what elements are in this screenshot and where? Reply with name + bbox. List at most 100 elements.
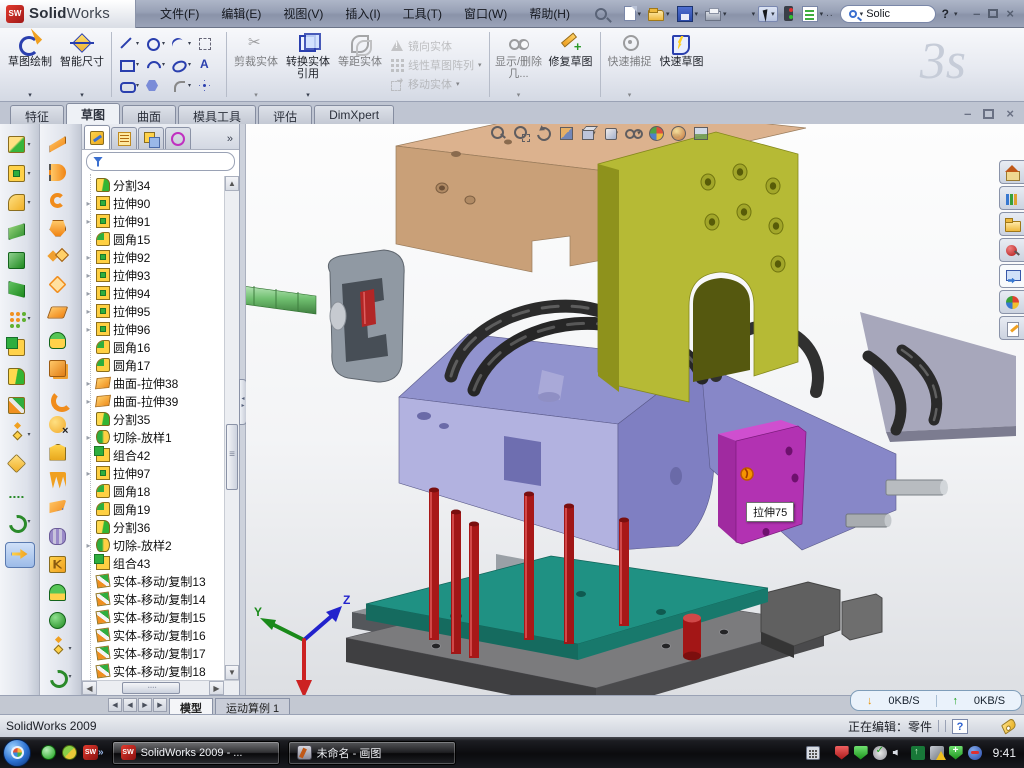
- scroll-up-button[interactable]: ▲: [225, 176, 239, 191]
- tree-item[interactable]: ▸ 分割34: [82, 176, 239, 194]
- move-entities-button[interactable]: 移动实体▾: [390, 76, 482, 92]
- tree-vertical-scrollbar[interactable]: ▲ ▼: [224, 176, 239, 680]
- surface-tool-button[interactable]: ▾: [49, 242, 71, 270]
- dropdown-arrow-icon[interactable]: ▾: [27, 518, 30, 525]
- scroll-left-button[interactable]: ◀: [82, 681, 97, 695]
- dropdown-arrow-icon[interactable]: ▾: [27, 141, 30, 148]
- sketch-button[interactable]: 草图绘制▾: [4, 28, 56, 101]
- view-tool-button[interactable]: ▾: [648, 125, 664, 141]
- sketch-entity-button[interactable]: ▾: [169, 33, 195, 54]
- dropdown-arrow-icon[interactable]: ▾: [162, 61, 165, 68]
- document-tab[interactable]: 运动算例 1: [215, 698, 290, 715]
- rapid-sketch-button[interactable]: 快速草图: [656, 28, 708, 101]
- expand-arrow-icon[interactable]: ▸: [84, 271, 93, 280]
- dropdown-arrow-icon[interactable]: ▾: [27, 199, 30, 206]
- convert-entities-button[interactable]: 转换实体引用▾: [282, 28, 334, 101]
- menu-item[interactable]: 窗口(W): [454, 2, 517, 25]
- sketch-entity-button[interactable]: ▾: [195, 33, 221, 54]
- dropdown-arrow-icon[interactable]: ▾: [27, 315, 30, 322]
- tab-property-manager[interactable]: [111, 127, 137, 149]
- feature-tool-button[interactable]: ▾: [8, 333, 30, 362]
- tree-item[interactable]: ▸ 实体-移动/复制13: [82, 572, 239, 590]
- surface-tool-button[interactable]: ▾: [49, 466, 71, 494]
- start-button[interactable]: [3, 739, 31, 767]
- antivirus-icon[interactable]: [62, 745, 77, 760]
- sketch-entity-button[interactable]: ▾: [117, 33, 143, 54]
- menu-item[interactable]: 编辑(E): [211, 2, 271, 25]
- tree-item[interactable]: ▸ 实体-移动/复制15: [82, 608, 239, 626]
- surface-tool-button[interactable]: ▾: [49, 438, 71, 466]
- feature-tool-button[interactable]: ▾: [8, 478, 30, 507]
- menu-item[interactable]: 插入(I): [335, 2, 390, 25]
- view-tool-button[interactable]: ▾: [670, 125, 686, 141]
- task-pane-button[interactable]: [999, 264, 1024, 288]
- taskbar-clock[interactable]: 9:41: [993, 746, 1016, 760]
- toolbar-button[interactable]: ▾: [702, 5, 730, 23]
- command-tab[interactable]: 特征: [10, 105, 64, 124]
- surface-tool-button[interactable]: ▾: [49, 662, 71, 690]
- command-tab[interactable]: 评估: [258, 105, 312, 124]
- sync-blocked-icon[interactable]: [968, 746, 982, 760]
- feature-tool-button[interactable]: ▾: [8, 159, 30, 188]
- surface-tool-button[interactable]: ▾: [49, 354, 71, 382]
- dropdown-arrow-icon[interactable]: ▾: [136, 61, 139, 68]
- sketch-entity-button[interactable]: ▾: [195, 54, 221, 75]
- toolbar-button[interactable]: ▾: [731, 4, 759, 24]
- tree-item[interactable]: ▸ 实体-移动/复制16: [82, 626, 239, 644]
- feature-tool-button[interactable]: ▾: [8, 507, 30, 536]
- surface-tool-button[interactable]: ▾: [49, 382, 71, 410]
- feature-tool-button[interactable]: ▾: [8, 217, 30, 246]
- tabs-overflow-button[interactable]: »: [227, 133, 237, 149]
- dropdown-arrow-icon[interactable]: ▾: [306, 91, 310, 99]
- menu-item[interactable]: 视图(V): [273, 2, 333, 25]
- tab-configuration-manager[interactable]: [138, 127, 164, 149]
- status-help-button[interactable]: ?: [952, 719, 968, 734]
- task-pane-button[interactable]: [999, 290, 1024, 314]
- tree-item[interactable]: ▸ 拉伸94: [82, 284, 239, 302]
- command-tab[interactable]: DimXpert: [314, 105, 394, 124]
- dropdown-arrow-icon[interactable]: ▾: [28, 91, 32, 99]
- graphics-viewport[interactable]: Y Z X ▾ ▾: [246, 124, 1024, 695]
- feature-tool-button[interactable]: ▾: [8, 246, 30, 275]
- sketch-entity-button[interactable]: ▾: [117, 54, 143, 75]
- command-tab[interactable]: 模具工具: [178, 105, 256, 124]
- minimize-button[interactable]: –: [973, 7, 980, 20]
- view-tool-button[interactable]: ▾: [535, 125, 551, 141]
- tree-horizontal-scrollbar[interactable]: ◀ ▶: [82, 680, 239, 695]
- expand-arrow-icon[interactable]: ▸: [84, 199, 93, 208]
- tree-item[interactable]: ▸ 分割35: [82, 410, 239, 428]
- expand-arrow-icon[interactable]: ▸: [84, 541, 93, 550]
- tree-item[interactable]: ▸ 实体-移动/复制17: [82, 644, 239, 662]
- expand-arrow-icon[interactable]: ▸: [84, 325, 93, 334]
- tree-item[interactable]: ▸ 圆角15: [82, 230, 239, 248]
- task-pane-button[interactable]: [999, 212, 1024, 236]
- tree-item[interactable]: ▸ 拉伸91: [82, 212, 239, 230]
- surface-tool-button[interactable]: ▾: [49, 494, 71, 522]
- doc-restore-button[interactable]: [983, 109, 994, 119]
- expand-arrow-icon[interactable]: ▸: [84, 217, 93, 226]
- display-delete-relations-button[interactable]: 显示/删除几...▾: [493, 28, 545, 101]
- sketch-entity-button[interactable]: ▾: [117, 75, 143, 96]
- toolbar-button[interactable]: ▾: [619, 4, 645, 23]
- tree-item[interactable]: ▸ 组合43: [82, 554, 239, 572]
- menu-item[interactable]: 工具(T): [393, 2, 452, 25]
- sketch-entity-button[interactable]: ▾: [143, 75, 169, 96]
- nav-button[interactable]: ◀: [108, 698, 122, 712]
- options-button[interactable]: ▾: [799, 4, 827, 24]
- tree-item[interactable]: ▸ 拉伸95: [82, 302, 239, 320]
- search-dropdown-arrow-icon[interactable]: ▾: [860, 10, 864, 18]
- quick-snaps-button[interactable]: 快速捕捉▾: [604, 28, 656, 101]
- menu-item[interactable]: 文件(F): [150, 2, 209, 25]
- dropdown-arrow-icon[interactable]: ▾: [666, 10, 670, 18]
- toolbar-button[interactable]: ▾: [674, 4, 702, 24]
- tree-item[interactable]: ▸ 曲面-拉伸38: [82, 374, 239, 392]
- tree-item[interactable]: ▸ 切除-放样1: [82, 428, 239, 446]
- tree-item[interactable]: ▸ 拉伸93: [82, 266, 239, 284]
- nav-button[interactable]: ▶: [153, 698, 167, 712]
- tree-item[interactable]: ▸ 拉伸92: [82, 248, 239, 266]
- scroll-thumb[interactable]: [226, 424, 238, 490]
- nav-button[interactable]: ▶: [138, 698, 152, 712]
- dropdown-arrow-icon[interactable]: ▾: [638, 10, 642, 18]
- tree-item[interactable]: ▸ 拉伸90: [82, 194, 239, 212]
- select-button[interactable]: ▾: [758, 6, 778, 22]
